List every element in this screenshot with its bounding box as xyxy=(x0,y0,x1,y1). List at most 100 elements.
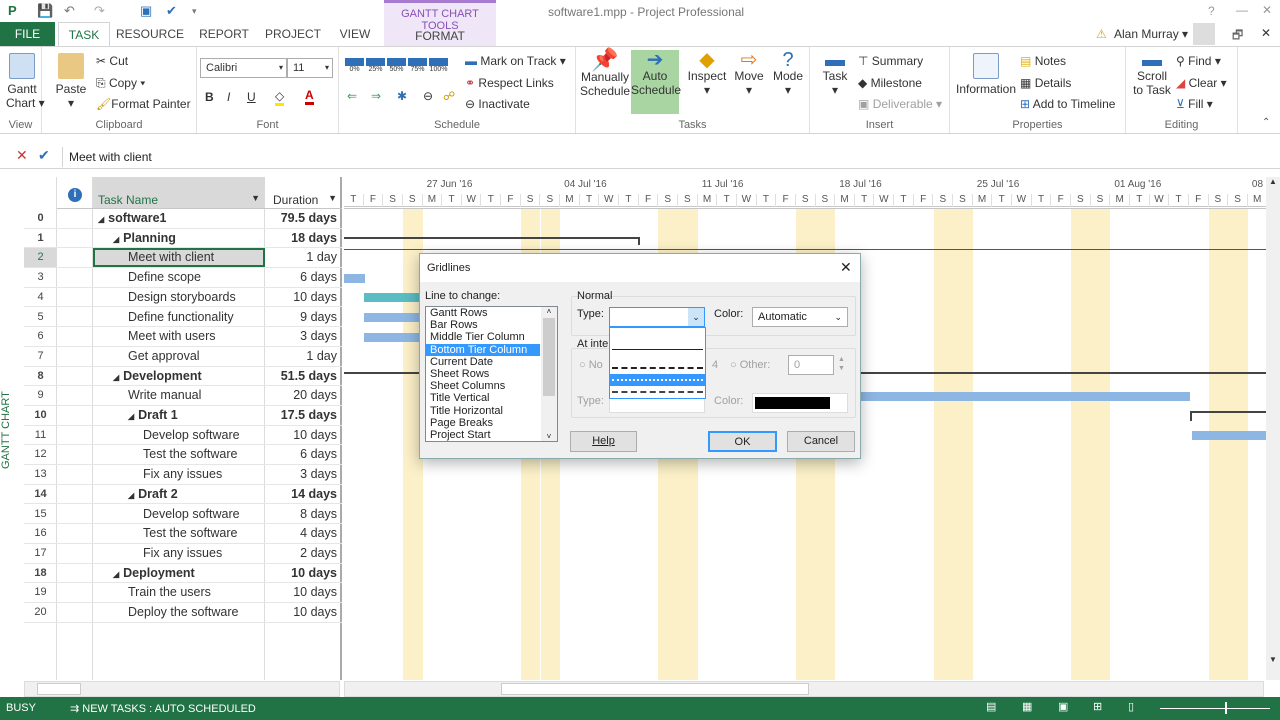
details-button[interactable]: ▦ Details xyxy=(1020,76,1071,90)
interval-color-select[interactable] xyxy=(752,393,848,413)
deliverable-button[interactable]: ▣ Deliverable ▾ xyxy=(858,97,942,111)
gantt-bar-develop-software[interactable] xyxy=(1192,431,1266,440)
unlink-icon[interactable]: ☍ xyxy=(443,89,455,103)
duration-cell[interactable]: 6 days xyxy=(265,268,341,287)
touch-mode-icon[interactable]: ▣ xyxy=(140,3,152,19)
tab-resource[interactable]: RESOURCE xyxy=(114,22,186,46)
task-name-cell[interactable]: Train the users xyxy=(93,583,265,602)
task-name-cell[interactable]: ◢ software1 xyxy=(93,209,265,229)
duration-cell[interactable]: 51.5 days xyxy=(265,367,341,386)
respect-links-button[interactable]: ⚭ Respect Links xyxy=(465,76,554,90)
line-option[interactable]: Sheet Columns xyxy=(426,380,540,392)
other-value-input[interactable]: 0 xyxy=(788,355,834,375)
duration-cell[interactable]: 20 days xyxy=(265,386,341,405)
collapse-icon[interactable]: ◢ xyxy=(128,412,134,421)
new-tasks-mode[interactable]: ⇉ NEW TASKS : AUTO SCHEDULED xyxy=(70,702,256,715)
table-row[interactable]: 10 ◢ Draft 1 17.5 days xyxy=(24,406,342,426)
report-icon[interactable]: ▯ xyxy=(1128,700,1134,713)
task-name-cell[interactable]: ◢ Draft 2 xyxy=(93,485,265,505)
customize-qat-icon[interactable]: ▾ xyxy=(192,6,197,17)
collapse-icon[interactable]: ◢ xyxy=(113,373,119,382)
table-row[interactable]: 8 ◢ Development 51.5 days xyxy=(24,367,342,387)
tab-report[interactable]: REPORT xyxy=(196,22,252,46)
inspect-button[interactable]: ◆ Inspect ▾ xyxy=(686,50,728,97)
table-row[interactable]: 1 ◢ Planning 18 days xyxy=(24,229,342,249)
table-row[interactable]: 15 Develop software 8 days xyxy=(24,505,342,525)
table-row[interactable]: 14 ◢ Draft 2 14 days xyxy=(24,485,342,505)
task-name-cell[interactable]: Fix any issues xyxy=(93,465,265,484)
duration-cell[interactable]: 2 days xyxy=(265,544,341,563)
task-name-cell[interactable]: Meet with users xyxy=(93,327,265,346)
collapse-icon[interactable]: ◢ xyxy=(128,491,134,500)
task-name-cell[interactable]: ◢ Planning xyxy=(93,229,265,249)
tab-file[interactable]: FILE xyxy=(0,22,55,46)
interval-4-label[interactable]: 4 xyxy=(712,359,718,371)
inactivate-button[interactable]: ⊖ Inactivate xyxy=(465,97,530,111)
table-row[interactable]: 6 Meet with users 3 days xyxy=(24,327,342,347)
summary-bar-planning[interactable] xyxy=(344,237,640,239)
cancel-button[interactable]: Cancel xyxy=(787,431,855,452)
collapse-icon[interactable]: ◢ xyxy=(113,570,119,579)
task-name-header[interactable]: Task Name ▼ xyxy=(93,177,265,209)
tab-task[interactable]: TASK xyxy=(58,22,110,46)
gantt-bar-design-storyboards[interactable] xyxy=(364,293,424,302)
line-option[interactable]: Middle Tier Column xyxy=(426,331,540,343)
close-doc-icon[interactable]: ✕ xyxy=(1261,26,1271,40)
line-type-option-none[interactable] xyxy=(610,328,705,350)
font-size-select[interactable]: 11 ▾ xyxy=(287,58,333,78)
gantt-bar-define-functionality[interactable] xyxy=(364,313,424,322)
list-scrollbar[interactable]: ˄ ˅ xyxy=(541,307,557,441)
duration-cell[interactable]: 1 day xyxy=(265,347,341,366)
duration-cell[interactable]: 3 days xyxy=(265,465,341,484)
table-row[interactable]: 4 Design storyboards 10 days xyxy=(24,288,342,308)
move-button[interactable]: ⇨ Move ▾ xyxy=(730,50,768,97)
chart-horizontal-scrollbar[interactable] xyxy=(344,681,1264,697)
copy-button[interactable]: ⎘ Copy ▾ xyxy=(96,76,145,91)
cancel-entry-icon[interactable]: ✕ xyxy=(16,147,28,164)
dialog-close-button[interactable]: ✕ xyxy=(840,259,852,276)
redo-icon[interactable]: ↷ xyxy=(94,3,105,19)
avatar[interactable] xyxy=(1193,23,1215,45)
mark-1-percent-button[interactable]: 25% xyxy=(366,58,385,74)
minimize-button[interactable]: — xyxy=(1236,3,1248,17)
table-row[interactable]: 18 ◢ Deployment 10 days xyxy=(24,564,342,584)
paste-button[interactable]: Paste ▾ xyxy=(52,53,90,110)
gantt-view-icon[interactable]: ▤ xyxy=(986,700,996,713)
ok-button[interactable]: OK xyxy=(708,431,777,452)
type-select[interactable]: ⌄ xyxy=(609,307,705,327)
duration-cell[interactable]: 18 days xyxy=(265,229,341,248)
gantt-bar-define-scope[interactable] xyxy=(344,274,365,283)
line-type-option-dash-dot[interactable] xyxy=(610,386,705,398)
collapse-ribbon-icon[interactable]: ⌃ xyxy=(1262,117,1270,128)
milestone-button[interactable]: ◆ Milestone xyxy=(858,76,922,90)
other-spinner[interactable]: ▲ ▼ xyxy=(838,355,845,373)
auto-schedule-button[interactable]: ➔ Auto Schedule xyxy=(631,50,681,114)
table-row[interactable]: 3 Define scope 6 days xyxy=(24,268,342,288)
duration-cell[interactable]: 8 days xyxy=(265,505,341,524)
duration-cell[interactable]: 10 days xyxy=(265,426,341,445)
task-name-cell[interactable]: Design storyboards xyxy=(93,288,265,307)
information-button[interactable]: Information xyxy=(954,53,1018,96)
undo-icon[interactable]: ↶ xyxy=(64,3,75,19)
highlight-color-icon[interactable]: ◇ xyxy=(275,89,285,106)
sheet-horizontal-scrollbar[interactable] xyxy=(24,681,340,697)
mark-4-percent-button[interactable]: 100% xyxy=(429,58,448,74)
help-button[interactable]: Help xyxy=(570,431,637,452)
duration-cell[interactable]: 14 days xyxy=(265,485,341,504)
table-row[interactable]: 17 Fix any issues 2 days xyxy=(24,544,342,564)
gantt-chart-button[interactable]: Gantt Chart ▾ xyxy=(6,53,45,110)
task-name-cell[interactable]: Get approval xyxy=(93,347,265,366)
task-name-cell[interactable]: Deploy the software xyxy=(93,603,265,622)
resource-sheet-icon[interactable]: ⊞ xyxy=(1093,700,1102,713)
font-color-icon[interactable]: A xyxy=(305,88,314,105)
duration-cell[interactable]: 1 day xyxy=(265,248,341,267)
duration-cell[interactable]: 4 days xyxy=(265,524,341,543)
line-option[interactable]: Page Breaks xyxy=(426,417,540,429)
collapse-icon[interactable]: ◢ xyxy=(98,215,104,224)
table-row[interactable]: 5 Define functionality 9 days xyxy=(24,308,342,328)
line-option[interactable]: Current Date xyxy=(426,356,540,368)
task-name-cell[interactable]: ◢ Draft 1 xyxy=(93,406,265,426)
italic-button[interactable]: I xyxy=(227,90,230,104)
mark-2-percent-button[interactable]: 50% xyxy=(387,58,406,74)
task-name-cell[interactable]: ◢ Deployment xyxy=(93,564,265,584)
